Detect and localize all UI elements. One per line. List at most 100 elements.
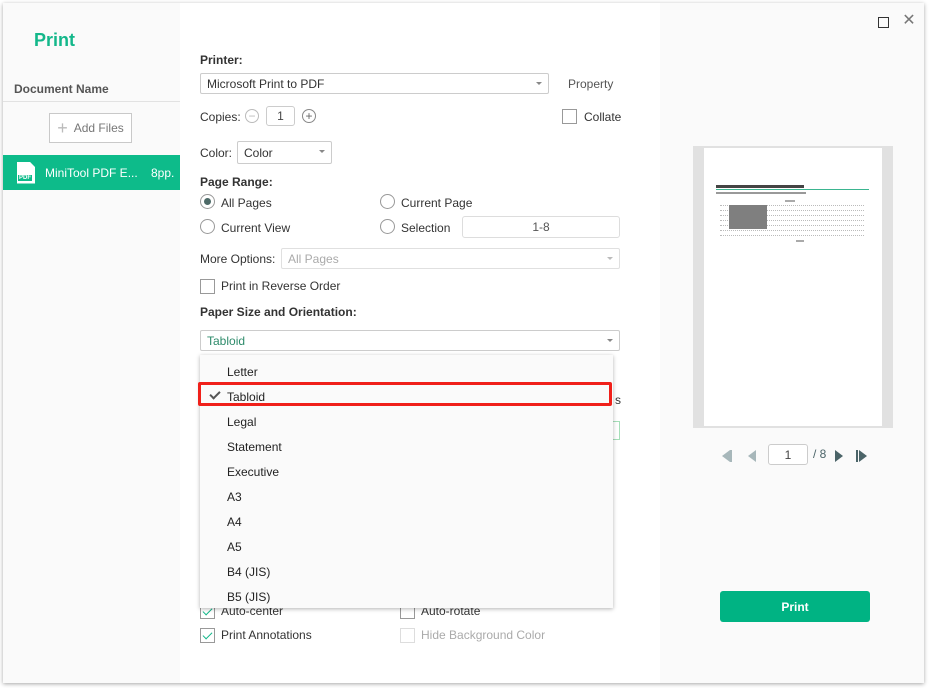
paper-option-a4[interactable]: A4 xyxy=(200,509,613,534)
paper-option-b4-jis[interactable]: B4 (JIS) xyxy=(200,559,613,584)
document-page-count: 8pp. xyxy=(151,165,175,180)
increment-copies-button[interactable]: + xyxy=(302,109,316,123)
preview-grid-line xyxy=(720,235,864,236)
selection-radio[interactable] xyxy=(380,219,395,234)
current-page-label: Current Page xyxy=(401,196,473,210)
reverse-order-checkbox[interactable] xyxy=(200,279,215,294)
document-list-item[interactable]: PDF MiniTool PDF E... 8pp. xyxy=(3,155,180,190)
selection-highlight-box xyxy=(198,382,612,406)
last-page-icon xyxy=(856,450,858,462)
preview-grid-line xyxy=(720,230,864,231)
chevron-down-icon xyxy=(536,82,542,85)
color-label: Color: xyxy=(200,146,233,160)
option-label: Letter xyxy=(227,364,258,379)
chevron-down-icon xyxy=(607,257,613,260)
preview-chart-legend-shape xyxy=(785,200,795,202)
current-view-radio[interactable] xyxy=(200,219,215,234)
paper-size-dropdown: Letter Tabloid Legal Statement Executive… xyxy=(198,355,613,609)
paper-size-label: Paper Size and Orientation: xyxy=(200,305,357,319)
printer-select[interactable]: Microsoft Print to PDF xyxy=(200,73,549,94)
chevron-down-icon xyxy=(319,150,325,153)
page-number-input[interactable]: 1 xyxy=(768,444,808,465)
selection-range-input[interactable]: 1-8 xyxy=(462,216,620,238)
minus-icon: − xyxy=(248,109,256,123)
printer-select-value: Microsoft Print to PDF xyxy=(207,76,325,91)
first-page-icon xyxy=(730,450,732,462)
print-annotations-label: Print Annotations xyxy=(221,628,312,642)
property-link[interactable]: Property xyxy=(568,77,613,91)
more-options-select[interactable]: All Pages xyxy=(281,248,620,269)
paper-option-b5-jis[interactable]: B5 (JIS) xyxy=(200,584,613,609)
option-label: A5 xyxy=(227,539,242,554)
print-button[interactable]: Print xyxy=(720,591,870,622)
print-settings-panel: Printer: Microsoft Print to PDF Property… xyxy=(180,3,660,683)
color-select-value: Color xyxy=(244,145,273,160)
sidebar: Print Document Name + Add Files PDF Mini… xyxy=(3,3,180,683)
paper-size-value: Tabloid xyxy=(207,333,246,348)
preview-chart-bar-shape xyxy=(729,205,767,229)
paper-option-a5[interactable]: A5 xyxy=(200,534,613,559)
option-label: B4 (JIS) xyxy=(227,564,271,579)
close-icon[interactable]: ✕ xyxy=(902,13,916,29)
first-page-button[interactable] xyxy=(722,450,734,462)
option-label: A4 xyxy=(227,514,242,529)
last-page-icon-arrow xyxy=(859,450,867,462)
printer-label: Printer: xyxy=(200,53,243,67)
preview-subtitle-shape xyxy=(716,192,806,194)
decrement-copies-button[interactable]: − xyxy=(245,109,259,123)
all-pages-radio[interactable] xyxy=(200,194,215,209)
page-total-label: / 8 xyxy=(813,447,827,461)
option-label: Executive xyxy=(227,464,280,479)
preview-panel: ✕ 1 / 8 Print xyxy=(660,3,924,683)
dialog-title: Print xyxy=(34,30,76,50)
option-label: A3 xyxy=(227,489,242,504)
plus-icon: + xyxy=(57,118,68,138)
print-dialog: Print Document Name + Add Files PDF Mini… xyxy=(3,3,924,683)
preview-chart-axis-label-shape xyxy=(796,240,804,242)
paper-option-executive[interactable]: Executive xyxy=(200,459,613,484)
maximize-icon[interactable] xyxy=(878,17,889,28)
hide-background-label: Hide Background Color xyxy=(421,628,546,642)
add-files-button[interactable]: + Add Files xyxy=(49,113,132,143)
more-options-value: All Pages xyxy=(288,251,339,266)
current-view-label: Current View xyxy=(221,221,291,235)
plus-icon: + xyxy=(305,109,313,123)
previous-page-icon xyxy=(748,450,756,462)
option-label: B5 (JIS) xyxy=(227,589,271,604)
copies-input[interactable]: 1 xyxy=(266,106,295,126)
document-name-header: Document Name xyxy=(14,82,109,96)
document-name: MiniTool PDF E... xyxy=(45,165,138,180)
paper-option-a3[interactable]: A3 xyxy=(200,484,613,509)
all-pages-label: All Pages xyxy=(221,196,272,210)
option-label: Statement xyxy=(227,439,282,454)
option-label: Legal xyxy=(227,414,257,429)
previous-page-button[interactable] xyxy=(748,450,760,462)
preview-rule-shape xyxy=(716,189,869,190)
page-range-label: Page Range: xyxy=(200,175,273,189)
hide-background-checkbox[interactable] xyxy=(400,628,415,643)
obscured-label-fragment: s xyxy=(615,393,621,407)
paper-option-statement[interactable]: Statement xyxy=(200,434,613,459)
current-page-radio[interactable] xyxy=(380,194,395,209)
paper-option-letter[interactable]: Letter xyxy=(200,359,613,384)
add-files-label: Add Files xyxy=(73,121,124,135)
more-options-label: More Options: xyxy=(200,252,276,266)
preview-heading-shape xyxy=(716,185,804,188)
color-select[interactable]: Color xyxy=(237,141,332,164)
pdf-file-icon: PDF xyxy=(17,161,35,184)
reverse-order-label: Print in Reverse Order xyxy=(221,279,341,293)
selection-label: Selection xyxy=(401,221,451,235)
collate-label: Collate xyxy=(584,110,622,124)
next-page-icon xyxy=(835,450,843,462)
sidebar-divider xyxy=(3,101,180,102)
print-annotations-checkbox[interactable] xyxy=(200,628,215,643)
chevron-down-icon xyxy=(607,339,613,342)
collate-checkbox[interactable] xyxy=(562,109,577,124)
preview-page-thumbnail xyxy=(704,148,882,426)
next-page-button[interactable] xyxy=(835,450,847,462)
paper-size-select[interactable]: Tabloid xyxy=(200,330,620,351)
last-page-button[interactable] xyxy=(856,450,868,462)
paper-option-legal[interactable]: Legal xyxy=(200,409,613,434)
copies-label: Copies: xyxy=(200,110,241,124)
first-page-icon-arrow xyxy=(722,450,730,462)
